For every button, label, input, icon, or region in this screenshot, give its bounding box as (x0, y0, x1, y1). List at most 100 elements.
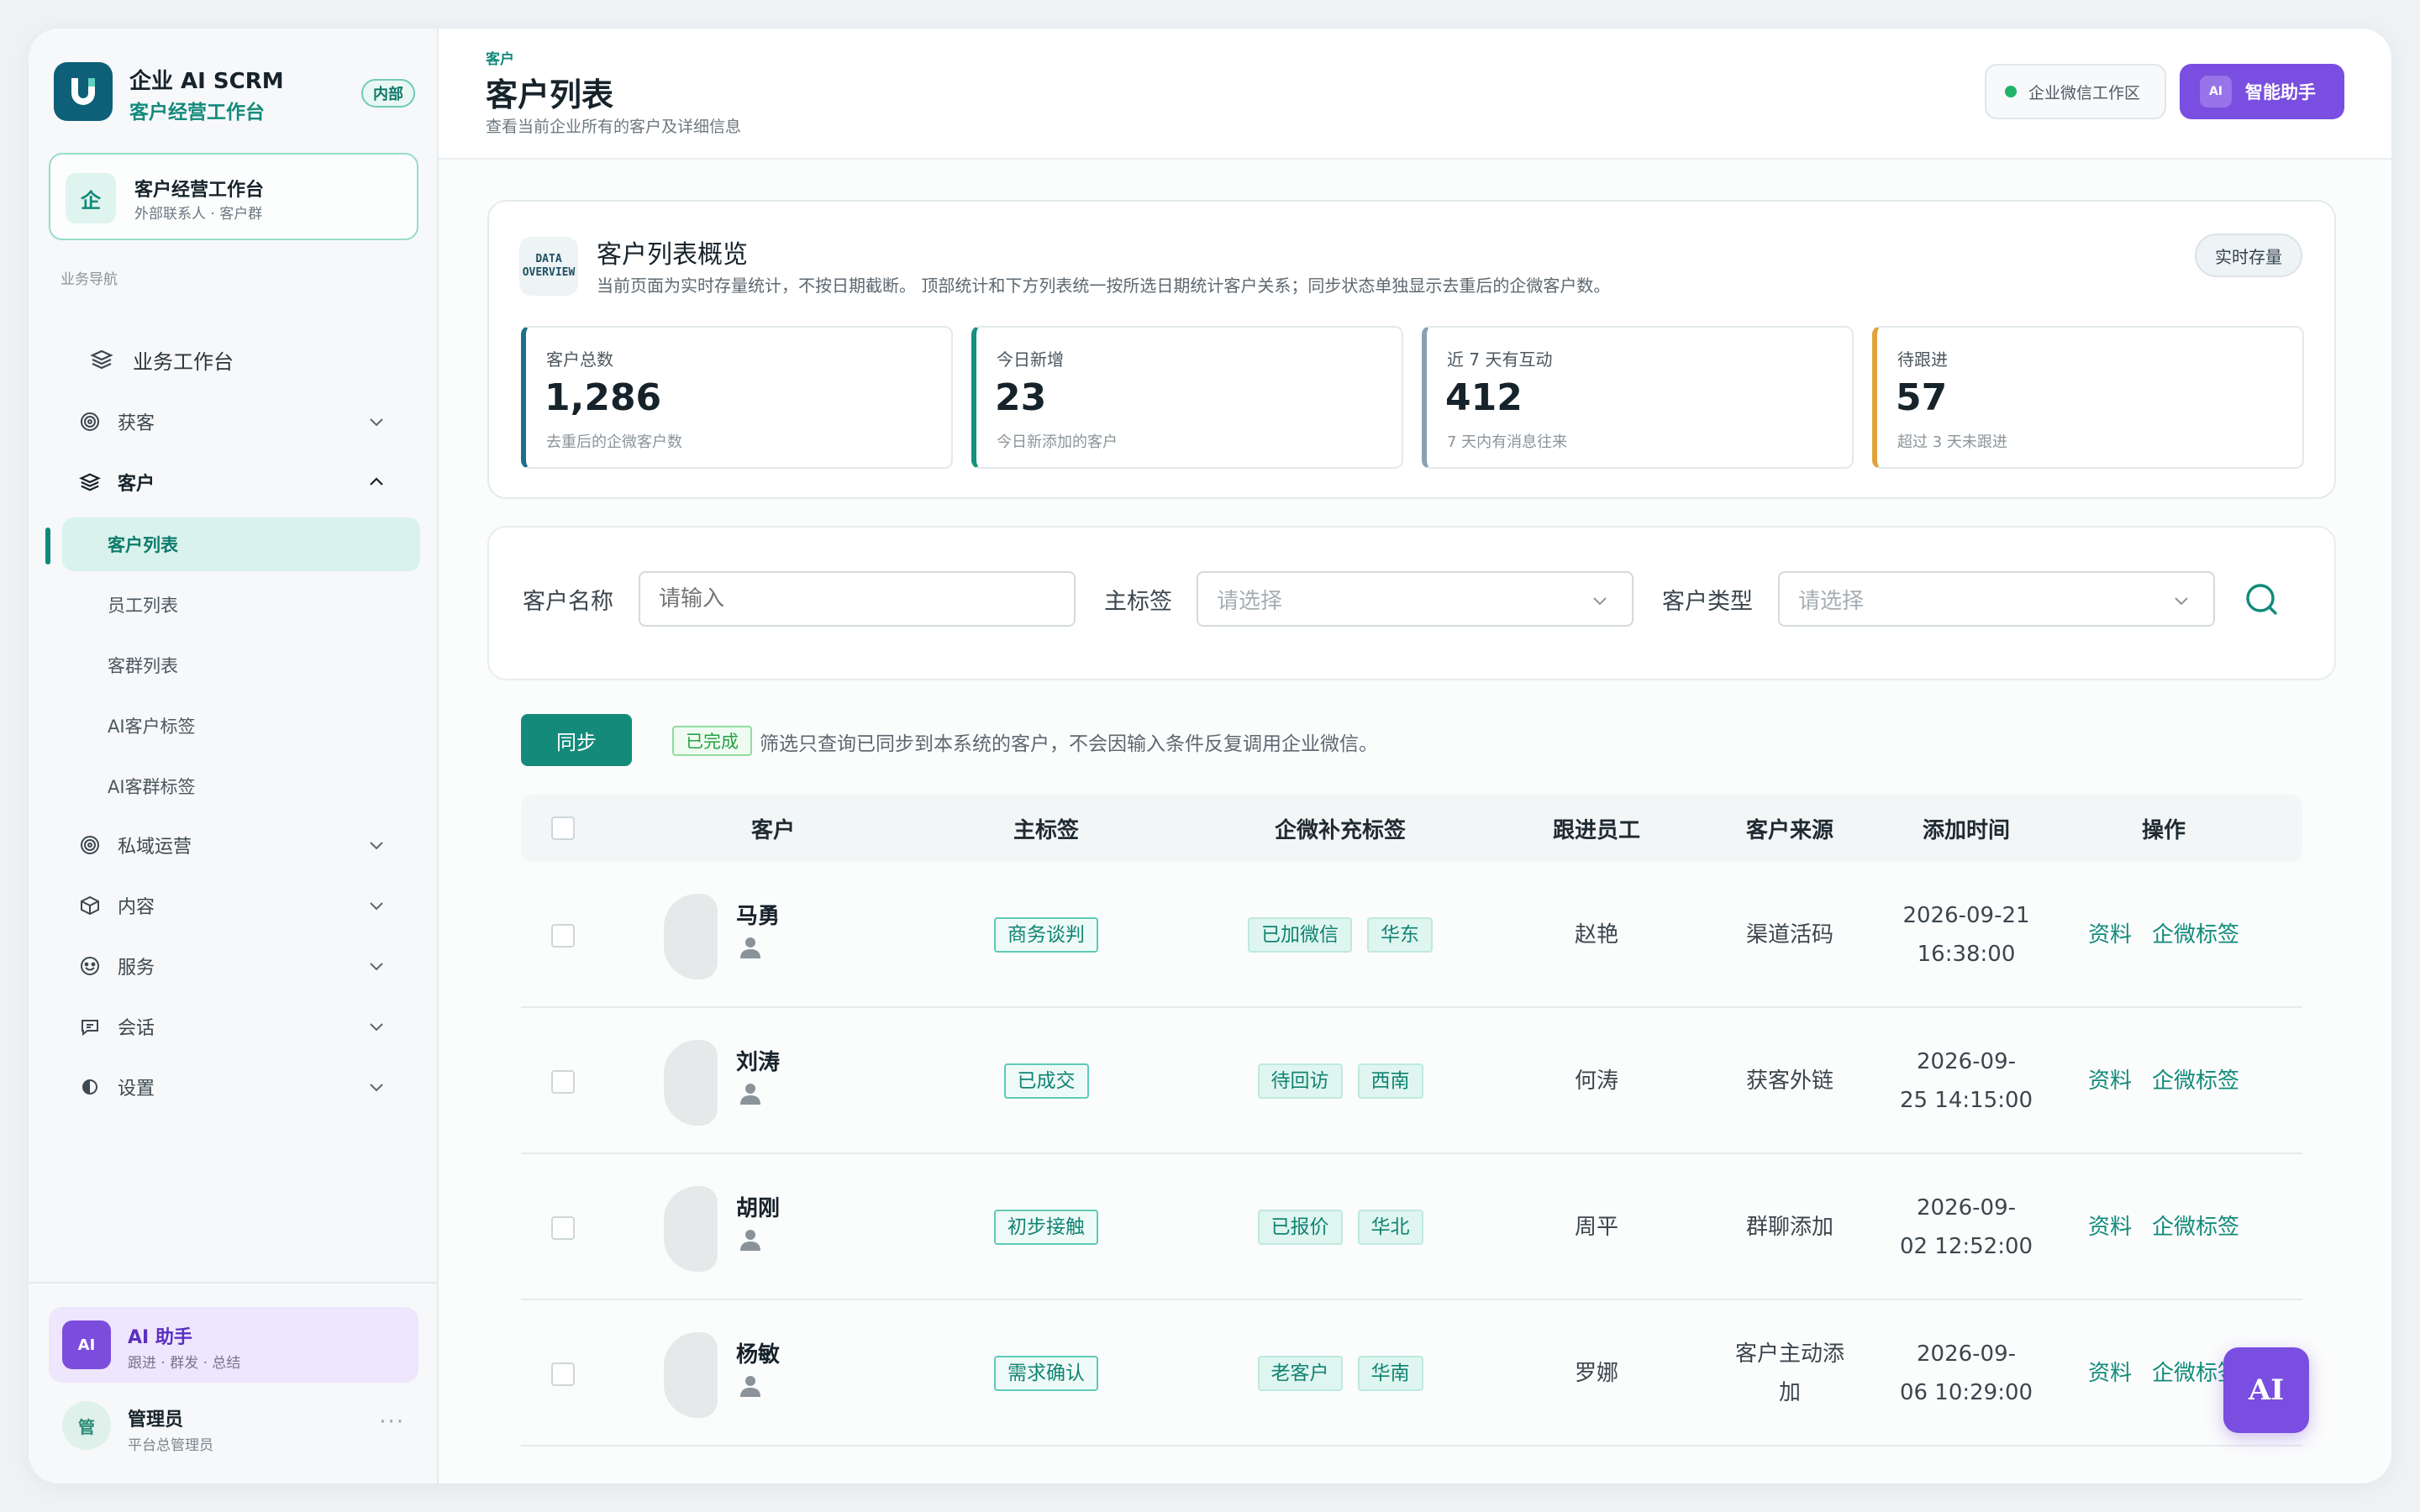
row-checkbox[interactable] (551, 924, 575, 948)
col-main-tag: 主标签 (1013, 817, 1079, 843)
main-tag: 已成交 (1003, 1063, 1089, 1099)
person-icon (740, 1376, 760, 1397)
customer-name-label: 客户名称 (523, 589, 613, 615)
overview-description: 当前页面为实时存量统计，不按日期截断。 顶部统计和下方列表统一按所选日期统计客户… (597, 276, 1611, 296)
nav-group-customer[interactable]: 客户 (59, 457, 420, 507)
sync-note: 筛选只查询已同步到本系统的客户，不会因输入条件反复调用企业微信。 (760, 733, 1378, 755)
nav-ai-group-tags[interactable]: AI客群标签 (62, 759, 449, 813)
overview-title: 客户列表概览 (597, 240, 748, 270)
sync-button[interactable]: 同步 (521, 714, 632, 766)
customer-name[interactable]: 马勇 (736, 899, 780, 930)
workspace-switcher[interactable]: 企 客户经营工作台 外部联系人 · 客户群 (49, 153, 418, 240)
customer-type-select[interactable]: 请选择 (1778, 571, 2215, 627)
chevron-down-icon (1593, 597, 1607, 606)
nav-group-list[interactable]: 客群列表 (62, 638, 449, 692)
ai-card-title: AI 助手 (128, 1327, 192, 1348)
select-all-checkbox[interactable] (551, 816, 575, 840)
ai-assistant-card[interactable]: AI AI 助手 跟进 · 群发 · 总结 (49, 1307, 418, 1383)
add-time: 2026-09- 06 10:29:00 (1899, 1341, 2033, 1405)
smile-icon (77, 953, 103, 979)
main-tag: 需求确认 (994, 1356, 1098, 1391)
workspace-env-pill[interactable]: 企业微信工作区 (1985, 64, 2166, 119)
chevron-down-icon (370, 418, 383, 427)
nav-business-workspace[interactable]: 业务工作台 (59, 334, 420, 385)
table-row: 马勇 商务谈判 已加微信 华东 赵艳 渠道活码 2026-09-21 16:38:0… (521, 862, 2302, 1008)
col-time: 添加时间 (1922, 817, 2010, 843)
col-staff: 跟进员工 (1552, 817, 1640, 843)
extra-tag: 华东 (1367, 917, 1433, 953)
col-extra-tags: 企微补充标签 (1274, 817, 1406, 843)
ai-icon: AI (62, 1320, 111, 1369)
main-tag-select[interactable]: 请选择 (1197, 571, 1634, 627)
customer-name[interactable]: 刘涛 (736, 1045, 780, 1076)
staff-name: 周平 (1574, 1215, 1618, 1240)
brand-badge: 内部 (361, 79, 415, 108)
col-actions: 操作 (2141, 817, 2186, 843)
nav-ai-customer-tags[interactable]: AI客户标签 (62, 699, 449, 753)
add-time: 2026-09- 25 14:15:00 (1899, 1049, 2033, 1113)
floating-ai-button[interactable]: AI (2223, 1347, 2309, 1433)
table-header: 客户 主标签 企微补充标签 跟进员工 客户来源 添加时间 操作 (521, 795, 2302, 862)
workspace-title: 客户经营工作台 (134, 180, 265, 201)
customer-source: 群聊添加 (1745, 1215, 1833, 1240)
chevron-down-icon (370, 842, 383, 850)
nav-label: 私域运营 (118, 837, 192, 858)
wecom-tag-link[interactable]: 企微标签 (2152, 1062, 2239, 1100)
avatar (664, 1186, 718, 1272)
nav-group-acquire[interactable]: 获客 (59, 396, 420, 447)
row-checkbox[interactable] (551, 1216, 575, 1240)
overview-card: DATA OVERVIEW 客户列表概览 当前页面为实时存量统计，不按日期截断。… (487, 200, 2336, 499)
nav-staff-list[interactable]: 员工列表 (62, 578, 449, 632)
stat-new-today: 今日新增 23 今日新添加的客户 (971, 326, 1403, 469)
nav-section-label: 业务导航 (60, 271, 118, 288)
extra-tag: 西南 (1357, 1063, 1423, 1099)
nav-group-content[interactable]: 内容 (59, 880, 420, 931)
target-icon (77, 409, 103, 434)
row-checkbox[interactable] (551, 1070, 575, 1094)
customer-name[interactable]: 胡刚 (736, 1191, 780, 1222)
more-icon[interactable]: ··· (379, 1410, 405, 1435)
row-checkbox[interactable] (551, 1362, 575, 1386)
customer-name[interactable]: 杨敏 (736, 1337, 780, 1368)
layers-icon (77, 470, 103, 495)
settings-icon (77, 1074, 103, 1100)
brand-subtitle: 客户经营工作台 (129, 102, 265, 123)
person-icon (740, 937, 760, 958)
page-description: 查看当前企业所有的客户及详细信息 (486, 118, 742, 136)
ai-button-label: 智能助手 (2245, 82, 2316, 102)
profile-link[interactable]: 资料 (2088, 916, 2132, 954)
nav-group-service[interactable]: 服务 (59, 941, 420, 991)
stat-pending-followup: 待跟进 57 超过 3 天未跟进 (1872, 326, 2304, 469)
customer-type-label: 客户类型 (1662, 589, 1753, 615)
breadcrumb[interactable]: 客户 (486, 47, 514, 68)
nav-customer-list[interactable]: 客户列表 (62, 517, 420, 571)
sidebar: 企业 AI SCRM 客户经营工作台 内部 企 客户经营工作台 外部联系人 · … (29, 29, 439, 1483)
smart-assistant-button[interactable]: AI 智能助手 (2180, 64, 2344, 119)
nav-label: 设置 (118, 1079, 155, 1100)
add-time: 2026-09- 02 12:52:00 (1899, 1195, 2033, 1259)
user-profile[interactable]: 管 管理员 平台总管理员 ··· (49, 1393, 418, 1460)
main-tag-label: 主标签 (1104, 589, 1172, 615)
brand: 企业 AI SCRM 客户经营工作台 内部 (54, 62, 415, 123)
wecom-tag-link[interactable]: 企微标签 (2152, 916, 2239, 954)
person-icon (740, 1230, 760, 1251)
search-icon[interactable] (2244, 581, 2281, 618)
table-row: 刘涛 已成交 待回访 西南 何涛 获客外链 2026-09- 25 14:15:00… (521, 1008, 2302, 1154)
status-badge: 已完成 (672, 726, 752, 756)
main-content: 客户 客户列表 查看当前企业所有的客户及详细信息 企业微信工作区 AI 智能助手… (439, 29, 2391, 1483)
nav-group-settings[interactable]: 设置 (59, 1062, 420, 1112)
nav-group-session[interactable]: 会话 (59, 1001, 420, 1052)
customer-source: 客户主动添加 (1734, 1341, 1844, 1405)
user-role: 平台总管理员 (128, 1437, 213, 1454)
extra-tag: 华南 (1357, 1356, 1423, 1391)
workspace-icon: 企 (66, 173, 116, 223)
profile-link[interactable]: 资料 (2088, 1354, 2132, 1393)
profile-link[interactable]: 资料 (2088, 1062, 2132, 1100)
wecom-tag-link[interactable]: 企微标签 (2152, 1208, 2239, 1247)
table-row: 胡刚 初步接触 已报价 华北 周平 群聊添加 2026-09- 02 12:52:0… (521, 1154, 2302, 1300)
customer-name-input[interactable] (639, 571, 1076, 627)
nav-group-private-ops[interactable]: 私域运营 (59, 820, 420, 870)
profile-link[interactable]: 资料 (2088, 1208, 2132, 1247)
col-source: 客户来源 (1745, 817, 1833, 843)
brand-logo-icon (54, 62, 113, 121)
